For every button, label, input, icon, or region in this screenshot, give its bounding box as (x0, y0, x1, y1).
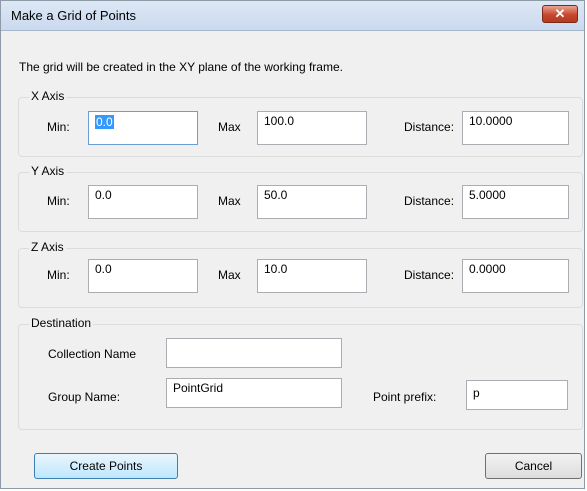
create-points-button[interactable]: Create Points (34, 453, 178, 479)
x-max-input[interactable] (257, 111, 367, 145)
y-max-input[interactable] (257, 185, 367, 219)
destination-legend: Destination (29, 316, 94, 330)
y-min-label: Min: (47, 194, 70, 208)
y-distance-input[interactable] (462, 185, 569, 219)
z-axis-legend: Z Axis (29, 240, 66, 254)
y-axis-legend: Y Axis (29, 164, 67, 178)
y-min-input[interactable] (88, 185, 198, 219)
x-min-label: Min: (47, 120, 70, 134)
close-button[interactable]: ✕ (542, 5, 578, 23)
z-max-label: Max (218, 268, 241, 282)
collection-name-input[interactable] (166, 338, 342, 368)
z-distance-label: Distance: (404, 268, 455, 282)
collection-name-label: Collection Name (48, 347, 137, 361)
z-distance-input[interactable] (462, 259, 569, 293)
window-title: Make a Grid of Points (11, 8, 136, 23)
group-name-label: Group Name: (48, 390, 121, 404)
cancel-button[interactable]: Cancel (485, 453, 582, 479)
x-max-label: Max (218, 120, 241, 134)
x-distance-label: Distance: (404, 120, 455, 134)
z-max-input[interactable] (257, 259, 367, 293)
group-name-input[interactable] (166, 378, 342, 408)
x-distance-input[interactable] (462, 111, 569, 145)
x-axis-legend: X Axis (29, 89, 67, 103)
point-prefix-input[interactable] (466, 380, 568, 410)
y-max-label: Max (218, 194, 241, 208)
intro-text: The grid will be created in the XY plane… (19, 60, 343, 74)
z-min-label: Min: (47, 268, 70, 282)
y-distance-label: Distance: (404, 194, 455, 208)
x-min-input[interactable]: 0.0 (88, 111, 198, 145)
point-prefix-label: Point prefix: (373, 390, 437, 404)
x-min-value: 0.0 (95, 115, 114, 129)
title-bar[interactable]: Make a Grid of Points ✕ (1, 1, 584, 31)
dialog-window: Make a Grid of Points ✕ The grid will be… (0, 0, 585, 489)
close-icon: ✕ (554, 6, 566, 21)
z-min-input[interactable] (88, 259, 198, 293)
